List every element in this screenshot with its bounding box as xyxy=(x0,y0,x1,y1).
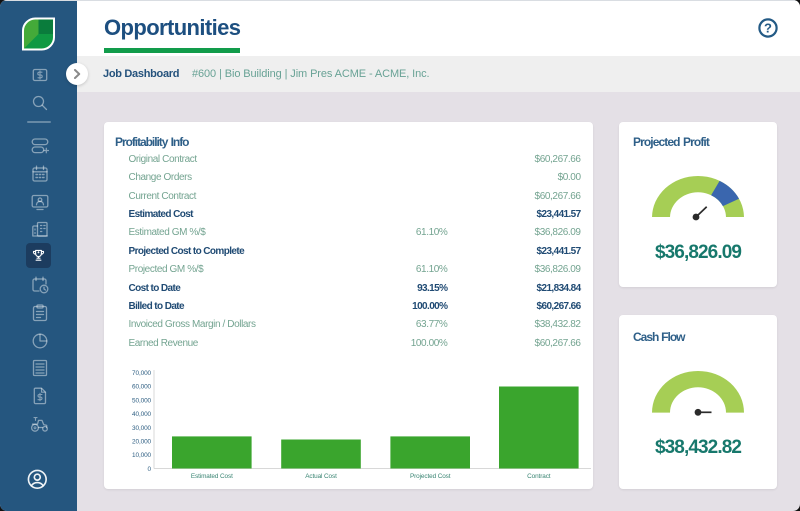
svg-text:Contract: Contract xyxy=(527,473,551,480)
svg-text:30,000: 30,000 xyxy=(132,425,151,432)
svg-text:50,000: 50,000 xyxy=(132,397,151,404)
svg-text:Actual Cost: Actual Cost xyxy=(305,473,337,480)
svg-text:20,000: 20,000 xyxy=(132,439,151,446)
svg-text:70,000: 70,000 xyxy=(132,370,151,377)
svg-text:?: ? xyxy=(764,21,772,36)
svg-text:10,000: 10,000 xyxy=(132,452,151,459)
svg-text:Estimated Cost: Estimated Cost xyxy=(191,473,233,480)
svg-text:40,000: 40,000 xyxy=(132,411,151,418)
svg-text:60,000: 60,000 xyxy=(132,384,151,391)
svg-text:Projected Cost: Projected Cost xyxy=(410,473,451,480)
svg-text:0: 0 xyxy=(148,466,152,473)
